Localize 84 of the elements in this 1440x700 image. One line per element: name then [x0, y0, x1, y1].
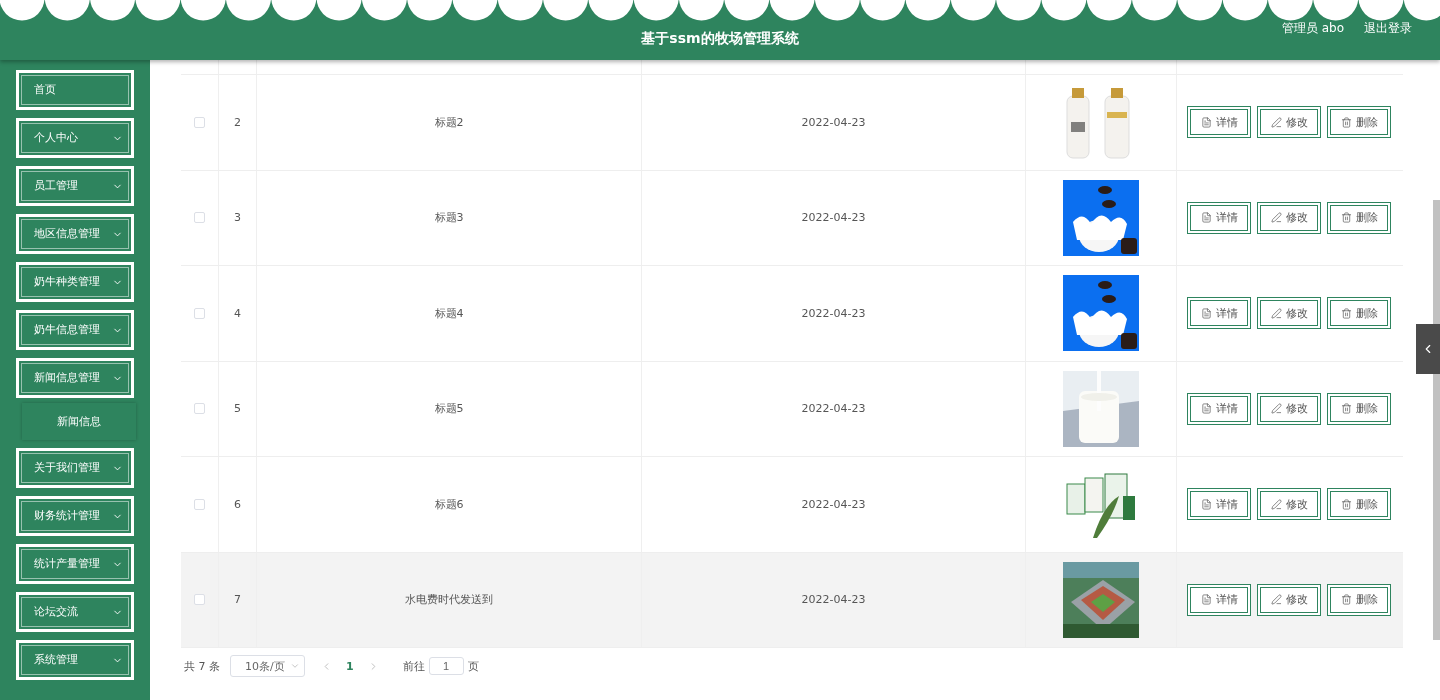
side-drawer-tab[interactable]	[1416, 324, 1440, 374]
logout-link[interactable]: 退出登录	[1364, 20, 1412, 37]
pencil-icon	[1270, 403, 1282, 415]
sidebar-item[interactable]: 新闻信息管理	[16, 358, 134, 398]
trash-icon	[1340, 594, 1352, 606]
delete-button[interactable]: 删除	[1327, 106, 1391, 139]
goto-label: 前往	[402, 658, 425, 674]
document-icon	[1200, 116, 1212, 128]
edit-button[interactable]: 修改	[1257, 201, 1321, 234]
title-cell: 标题5	[434, 401, 464, 417]
app-title: 基于ssm的牧场管理系统	[641, 29, 799, 48]
sidebar-item[interactable]: 员工管理	[16, 166, 134, 206]
title-cell: 标题3	[434, 210, 464, 226]
row-checkbox[interactable]	[194, 307, 205, 319]
date-cell: 2022-04-23	[801, 593, 866, 607]
delete-button[interactable]: 删除	[1327, 488, 1391, 521]
delete-button[interactable]: 删除	[1327, 392, 1391, 425]
edit-button[interactable]: 修改	[1257, 488, 1321, 521]
sidebar-item[interactable]: 关于我们管理	[16, 448, 134, 488]
sidebar-item[interactable]: 地区信息管理	[16, 214, 134, 254]
index-cell: 6	[234, 497, 241, 511]
row-checkbox[interactable]	[194, 498, 205, 510]
date-cell: 2022-04-23	[801, 402, 866, 416]
title-cell: 标题6	[434, 496, 464, 512]
sidebar-item[interactable]: 系统管理	[16, 640, 134, 680]
index-cell: 4	[234, 306, 241, 320]
goto-page-field[interactable]: 1	[428, 657, 464, 675]
sidebar-item[interactable]: 统计产量管理	[16, 544, 134, 584]
document-icon	[1200, 498, 1212, 510]
date-cell: 2022-04-23	[801, 211, 866, 225]
sidebar-subitem[interactable]: 新闻信息	[22, 403, 136, 440]
page-suffix: 页	[467, 658, 479, 674]
date-cell: 2022-04-23	[801, 497, 866, 511]
pencil-icon	[1270, 594, 1282, 606]
detail-button[interactable]: 详情	[1187, 201, 1251, 234]
title-cell: 水电费时代发送到	[405, 592, 493, 608]
trash-icon	[1340, 212, 1352, 224]
page-number[interactable]: 1	[346, 659, 354, 673]
delete-button[interactable]: 删除	[1327, 201, 1391, 234]
index-cell: 2	[234, 115, 241, 129]
chevron-down-icon	[290, 661, 300, 671]
trash-icon	[1340, 498, 1352, 510]
pencil-icon	[1270, 116, 1282, 128]
sidebar-item[interactable]: 首页	[16, 70, 134, 110]
row-checkbox[interactable]	[194, 403, 205, 415]
document-icon	[1200, 403, 1212, 415]
detail-button[interactable]: 详情	[1187, 392, 1251, 425]
document-icon	[1200, 594, 1212, 606]
trash-icon	[1340, 307, 1352, 319]
detail-button[interactable]: 详情	[1187, 488, 1251, 521]
index-cell: 3	[234, 211, 241, 225]
row-checkbox[interactable]	[194, 594, 205, 606]
detail-button[interactable]: 详情	[1187, 106, 1251, 139]
delete-button[interactable]: 删除	[1327, 583, 1391, 616]
total-count: 共 7 条	[184, 658, 220, 674]
detail-button[interactable]: 详情	[1187, 297, 1251, 330]
row-checkbox[interactable]	[194, 212, 205, 224]
edit-button[interactable]: 修改	[1257, 392, 1321, 425]
sidebar-item[interactable]: 奶牛信息管理	[16, 310, 134, 350]
sidebar-item[interactable]: 论坛交流	[16, 592, 134, 632]
index-cell: 5	[234, 402, 241, 416]
user-label: 管理员 abo	[1281, 20, 1344, 37]
trash-icon	[1340, 116, 1352, 128]
index-cell: 7	[234, 593, 241, 607]
pencil-icon	[1270, 212, 1282, 224]
title-cell: 标题2	[434, 114, 464, 130]
sidebar-item[interactable]: 奶牛种类管理	[16, 262, 134, 302]
page-size-select[interactable]: 10条/页	[230, 655, 305, 677]
date-cell: 2022-04-23	[801, 306, 866, 320]
detail-button[interactable]: 详情	[1187, 583, 1251, 616]
trash-icon	[1340, 403, 1352, 415]
title-cell: 标题4	[434, 305, 464, 321]
date-cell: 2022-04-23	[801, 115, 866, 129]
edit-button[interactable]: 修改	[1257, 297, 1321, 330]
delete-button[interactable]: 删除	[1327, 297, 1391, 330]
pencil-icon	[1270, 498, 1282, 510]
document-icon	[1200, 307, 1212, 319]
edit-button[interactable]: 修改	[1257, 106, 1321, 139]
pencil-icon	[1270, 307, 1282, 319]
document-icon	[1200, 212, 1212, 224]
row-checkbox[interactable]	[194, 116, 205, 128]
sidebar-item[interactable]: 个人中心	[16, 118, 134, 158]
sidebar-item[interactable]: 财务统计管理	[16, 496, 134, 536]
edit-button[interactable]: 修改	[1257, 583, 1321, 616]
